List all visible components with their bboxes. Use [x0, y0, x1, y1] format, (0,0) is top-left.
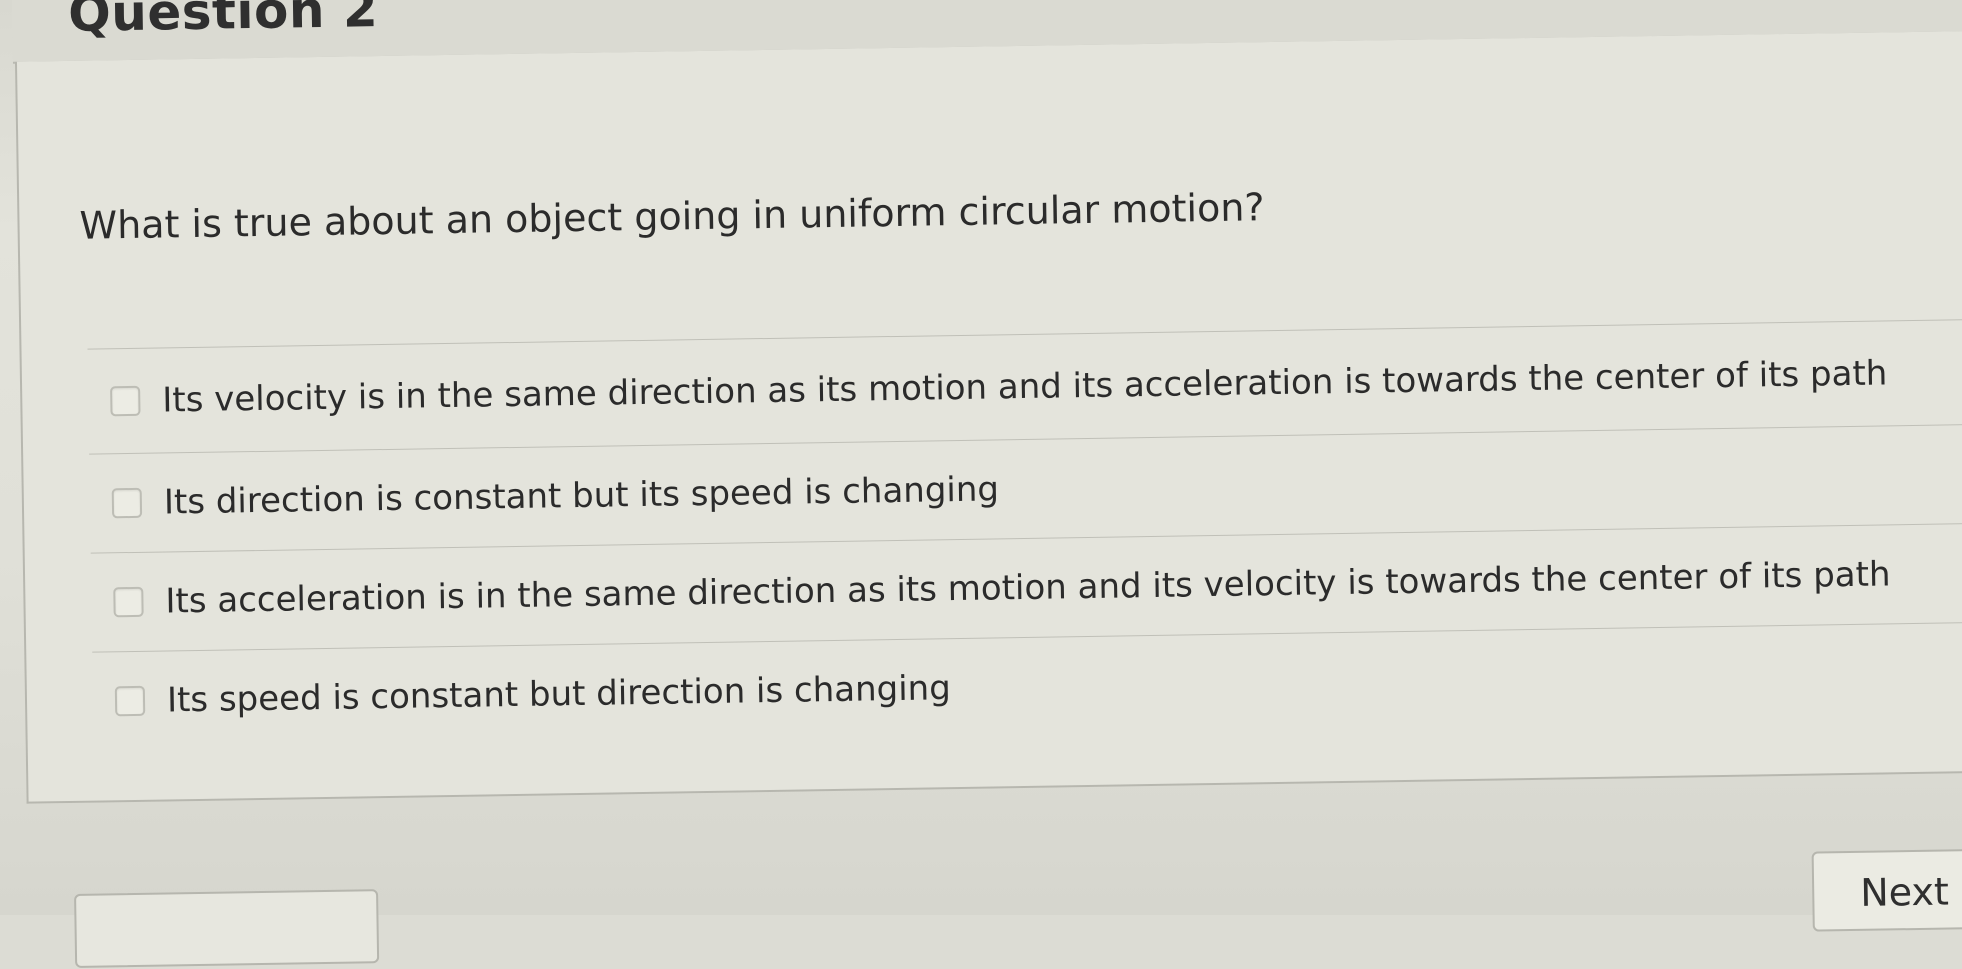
- next-button[interactable]: Next: [1811, 848, 1962, 932]
- checkbox-icon[interactable]: [113, 586, 144, 618]
- answer-label: Its velocity is in the same direction as…: [161, 353, 1888, 421]
- answer-label: Its direction is constant but its speed …: [163, 469, 1000, 523]
- question-title: Question 2: [67, 0, 379, 43]
- checkbox-icon[interactable]: [110, 385, 141, 417]
- answer-label: Its acceleration is in the same directio…: [165, 554, 1891, 622]
- answer-list: Its velocity is in the same direction as…: [87, 318, 1962, 751]
- checkbox-icon[interactable]: [114, 685, 146, 717]
- checkbox-icon[interactable]: [111, 487, 143, 519]
- quiz-screen: Question 2 What is true about an object …: [0, 0, 1962, 968]
- previous-button[interactable]: [74, 889, 380, 968]
- answer-label: Its speed is constant but direction is c…: [166, 668, 952, 721]
- photo-background: Question 2 What is true about an object …: [0, 0, 1962, 968]
